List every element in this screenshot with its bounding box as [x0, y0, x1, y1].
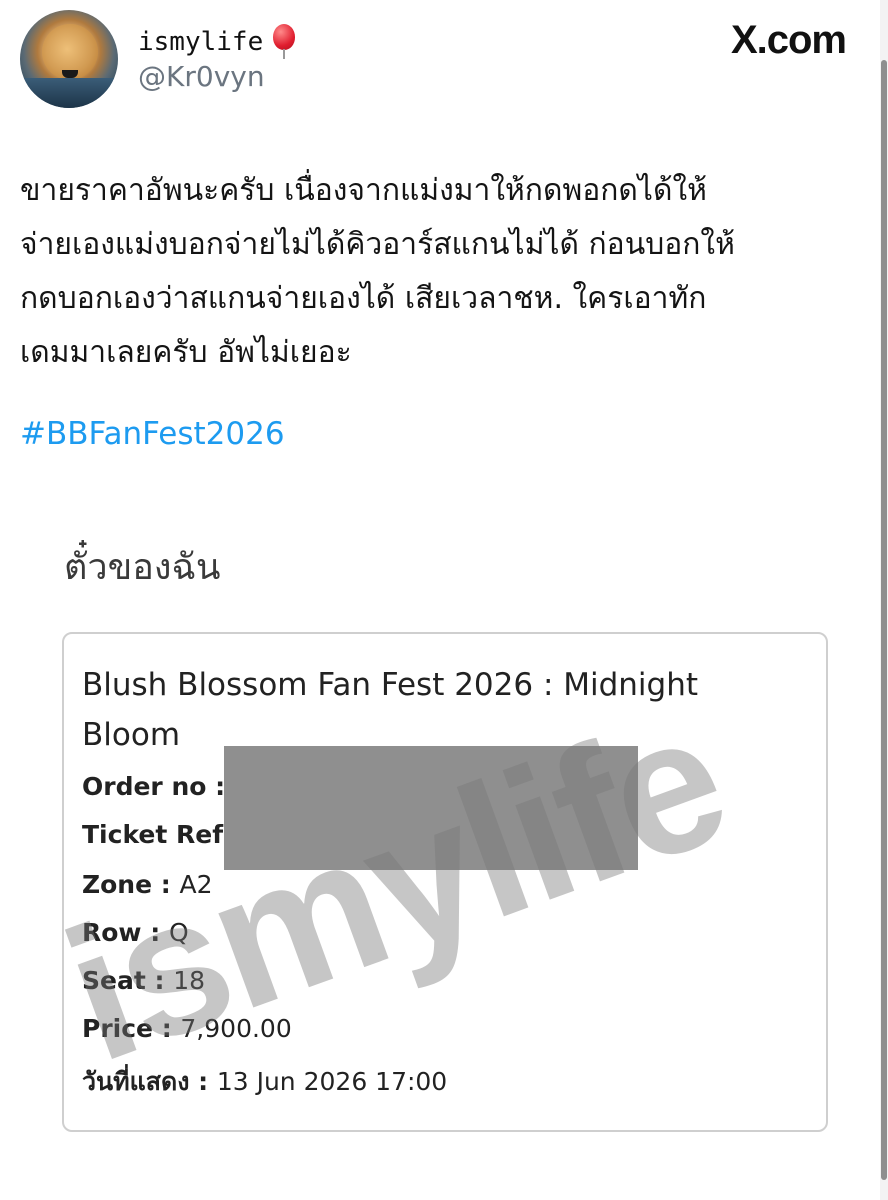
row-label: Row :: [82, 918, 169, 947]
row-value: Q: [168, 918, 189, 947]
seat-field: Seat : 18: [82, 966, 205, 995]
x-com-logo: X.com: [730, 18, 847, 62]
ticket-ref-label: Ticket Ref: [82, 820, 224, 849]
display-name[interactable]: ismylife: [138, 24, 297, 60]
tweet-line: จ่ายเองแม่งบอกจ่ายไม่ได้คิวอาร์สแกนไม่ได…: [20, 227, 735, 262]
avatar[interactable]: [20, 10, 118, 108]
scrollbar[interactable]: [880, 0, 888, 1200]
hashtag-link[interactable]: #BBFanFest2026: [20, 416, 285, 452]
zone-label: Zone :: [82, 870, 180, 899]
tweet-line: กดบอกเองว่าสแกนจ่ายเองได้ เสียเวลาชห. ใค…: [20, 281, 707, 316]
display-name-text: ismylife: [138, 27, 264, 57]
price-label: Price :: [82, 1014, 181, 1043]
seat-label: Seat :: [82, 966, 174, 995]
boat-image: [62, 70, 78, 78]
tweet-line: ขายราคาอัพนะครับ เนื่องจากแม่งมาให้กดพอก…: [20, 173, 707, 208]
user-handle[interactable]: @Kr0vyn: [138, 60, 265, 93]
ticket-ref-field: Ticket Ref: [82, 820, 223, 849]
sea-image: [20, 78, 118, 108]
show-date-value: 13 Jun 2026 17:00: [216, 1067, 448, 1096]
seat-value: 18: [173, 966, 205, 995]
order-number-label: Order no :: [82, 772, 226, 801]
tweet-text: ขายราคาอัพนะครับ เนื่องจากแม่งมาให้กดพอก…: [20, 164, 876, 380]
balloon-icon: [271, 24, 297, 60]
redaction-box: [224, 746, 638, 870]
show-date-field: วันที่แสดง : 13 Jun 2026 17:00: [82, 1062, 447, 1102]
event-title: Blush Blossom Fan Fest 2026 : Midnight B…: [82, 660, 812, 760]
price-field: Price : 7,900.00: [82, 1014, 292, 1043]
scrollbar-thumb[interactable]: [881, 60, 887, 1180]
order-number-field: Order no :: [82, 772, 225, 801]
zone-value: A2: [179, 870, 213, 899]
ticket-section-heading: ตั๋วของฉัน: [64, 547, 221, 588]
row-field: Row : Q: [82, 918, 189, 947]
show-date-label: วันที่แสดง :: [82, 1067, 217, 1096]
ticket-card: Blush Blossom Fan Fest 2026 : Midnight B…: [62, 632, 828, 1132]
price-value: 7,900.00: [180, 1014, 292, 1043]
event-title-line: Blush Blossom Fan Fest 2026 : Midnight: [82, 667, 699, 703]
zone-field: Zone : A2: [82, 870, 212, 899]
tweet-line: เดมมาเลยครับ อัพไม่เยอะ: [20, 335, 352, 370]
